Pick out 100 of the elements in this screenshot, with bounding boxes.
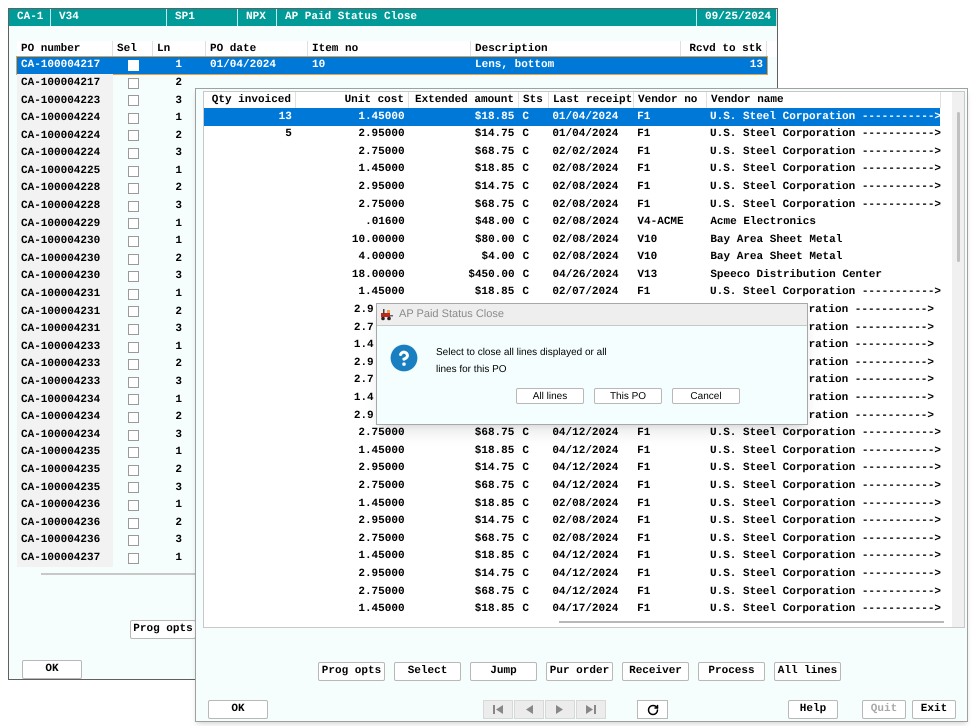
table-row[interactable]: 2.95000 $14.75 C 04/12/2024 F1 U.S. Steel Corporation -----------> (204, 565, 940, 584)
table-row[interactable]: 2.75000 $68.75 C 04/12/2024 F1 U.S. Steel Corporation -----------> (204, 583, 940, 601)
checkbox[interactable] (128, 78, 138, 89)
table-row[interactable]: 2.95000 $14.75 C 02/08/2024 F1 U.S. Steel Corporation -----------> (204, 512, 940, 530)
table-cell-text: $18.85 (474, 444, 514, 459)
checkbox[interactable] (128, 112, 138, 124)
table-cell-text: U.S. Steel Corporation -----------> (710, 127, 942, 142)
table-row[interactable]: 2.95000 $14.75 C 04/12/2024 F1 U.S. Steel Corporation -----------> (204, 460, 940, 478)
column-header[interactable]: Unit cost (344, 92, 404, 108)
dialog-button[interactable]: Cancel (672, 388, 740, 404)
column-header[interactable]: Qty invoiced (212, 92, 291, 108)
checkbox[interactable] (128, 236, 138, 248)
table-row[interactable]: 2.75000 $68.75 C 02/08/2024 F1 U.S. Steel Corporation -----------> (204, 530, 940, 548)
table-row[interactable]: 1.45000 $18.85 C 02/08/2024 F1 U.S. Steel Corporation -----------> (204, 160, 940, 178)
checkbox[interactable] (128, 166, 138, 177)
checkbox[interactable] (128, 200, 138, 212)
checkbox[interactable] (128, 218, 138, 230)
table-row[interactable]: 1.45000 $18.85 C 04/12/2024 F1 U.S. Steel Corporation -----------> (204, 548, 940, 566)
table-cell-text: 2 (175, 252, 182, 267)
checkbox[interactable] (128, 447, 138, 458)
scrollbar[interactable] (952, 92, 964, 627)
table-row[interactable]: 1.45000 $18.85 C 04/17/2024 F1 U.S. Steel Corporation -----------> (204, 600, 940, 618)
button[interactable]: All lines (774, 662, 841, 681)
checkbox[interactable] (128, 271, 138, 282)
column-header[interactable]: Sts (523, 92, 543, 108)
table-cell-text: $14.75 (474, 514, 514, 530)
table-cell-text: U.S. Steel Corporation -----------> (710, 479, 942, 494)
table-row[interactable]: 1.45000 $18.85 C 02/08/2024 F1 U.S. Steel Corporation -----------> (204, 495, 940, 513)
refresh-button[interactable] (637, 700, 668, 719)
checkbox[interactable] (128, 412, 138, 423)
checkbox[interactable] (128, 552, 138, 564)
checkbox[interactable] (128, 376, 138, 388)
table-cell-text: U.S. Steel Corporation -----------> (710, 144, 942, 160)
table-cell-text: 02/08/2024 (552, 180, 618, 195)
table-cell-text: C (522, 479, 529, 494)
button[interactable]: Help (788, 700, 838, 719)
dialog-title: AP Paid Status Close (399, 307, 504, 322)
table-row[interactable]: 10.00000 $80.00 C 02/08/2024 V10 Bay Area Sheet Metal (204, 231, 940, 249)
selected-row[interactable]: 13 1.45000 $18.85 C 01/04/2024 F1 U.S. Steel Corporation -----------> (204, 108, 940, 126)
button[interactable]: Exit (912, 700, 956, 719)
table-row[interactable]: 2.75000 $68.75 C 02/08/2024 F1 U.S. Steel Corporation -----------> (204, 196, 940, 214)
column-header[interactable]: Extended amount (414, 92, 514, 108)
selected-row[interactable]: CA-100004217 1 01/04/2024 10 Lens, bottom 13 (17, 56, 767, 74)
first-page-button[interactable] (483, 700, 513, 719)
button[interactable]: Prog opts (318, 662, 385, 681)
button[interactable]: Process (698, 662, 765, 681)
checkbox[interactable] (128, 394, 138, 406)
table-row[interactable]: 1.45000 $18.85 C 02/07/2024 F1 U.S. Steel Corporation -----------> (204, 284, 940, 302)
checkbox[interactable] (128, 518, 138, 529)
table-cell-text: ration -----------> (808, 373, 934, 388)
column-header[interactable]: Vendor no (638, 92, 698, 108)
table-cell-text: 04/12/2024 (552, 584, 618, 600)
table-row[interactable]: 5 2.95000 $14.75 C 01/04/2024 F1 U.S. Steel Corporation -----------> (204, 126, 940, 144)
table-row[interactable]: 1.45000 $18.85 C 04/12/2024 F1 U.S. Steel Corporation -----------> (204, 442, 940, 460)
button[interactable]: Pur order (546, 662, 613, 681)
button[interactable]: Receiver (622, 662, 689, 681)
table-cell-text: $18.85 (474, 549, 514, 564)
checkbox[interactable] (128, 500, 138, 511)
button[interactable]: OK (208, 700, 268, 719)
table-row[interactable]: 2.75000 $68.75 C 04/12/2024 F1 U.S. Steel Corporation -----------> (204, 424, 940, 442)
button[interactable]: OK (22, 660, 82, 679)
table-row[interactable]: 2.75000 $68.75 C 04/12/2024 F1 U.S. Steel Corporation -----------> (204, 477, 940, 496)
checkbox[interactable] (128, 148, 138, 160)
table-row[interactable]: 2.75000 $68.75 C 02/02/2024 F1 U.S. Steel Corporation -----------> (204, 143, 940, 161)
checkbox[interactable] (128, 95, 138, 106)
table-row[interactable]: 18.00000 $450.00 C 04/26/2024 V13 Speeco Distribution Center (204, 266, 940, 284)
button[interactable]: Prog opts (130, 620, 196, 639)
table-row[interactable]: .01600 $48.00 C 02/08/2024 V4-ACME Acme Electronics (204, 214, 940, 232)
last-page-button[interactable] (576, 700, 606, 719)
table-cell-text: $14.75 (474, 127, 514, 142)
table-cell-text: 2 (175, 304, 182, 320)
checkbox[interactable] (128, 254, 138, 265)
column-header[interactable]: Last receipt (553, 92, 632, 108)
button[interactable]: Jump (470, 662, 537, 681)
checkbox[interactable] (128, 359, 138, 370)
checkbox[interactable] (128, 306, 138, 318)
column-header[interactable]: Vendor name (711, 92, 784, 108)
previous-button[interactable] (514, 700, 544, 719)
dialog-message: Select to close all lines displayed or all lines for this PO (436, 346, 608, 377)
checkbox[interactable] (128, 464, 138, 476)
table-cell-text: C (522, 566, 529, 582)
table-cell-text: CA-100004228 (21, 181, 100, 196)
dialog-button[interactable]: All lines (516, 388, 584, 404)
checkbox[interactable] (128, 130, 138, 142)
checkbox[interactable] (128, 430, 138, 441)
table-cell-text: CA-100004236 (21, 498, 100, 514)
checkbox[interactable] (128, 342, 138, 353)
next-button[interactable] (545, 700, 575, 719)
dialog-button[interactable]: This PO (594, 388, 662, 404)
table-cell-text: CA-100004224 (21, 146, 100, 162)
checkbox[interactable] (128, 482, 138, 494)
checkbox[interactable] (128, 183, 138, 194)
checkbox[interactable] (128, 324, 138, 335)
checkbox[interactable] (128, 535, 138, 546)
table-cell-text: C (522, 602, 529, 618)
table-cell-text: $18.85 (474, 602, 514, 618)
button[interactable]: Select (394, 662, 461, 681)
table-row[interactable]: 2.95000 $14.75 C 02/08/2024 F1 U.S. Steel Corporation -----------> (204, 178, 940, 196)
checkbox[interactable] (128, 288, 138, 300)
table-row[interactable]: 4.00000 $4.00 C 02/08/2024 V10 Bay Area Sheet Metal (204, 248, 940, 266)
